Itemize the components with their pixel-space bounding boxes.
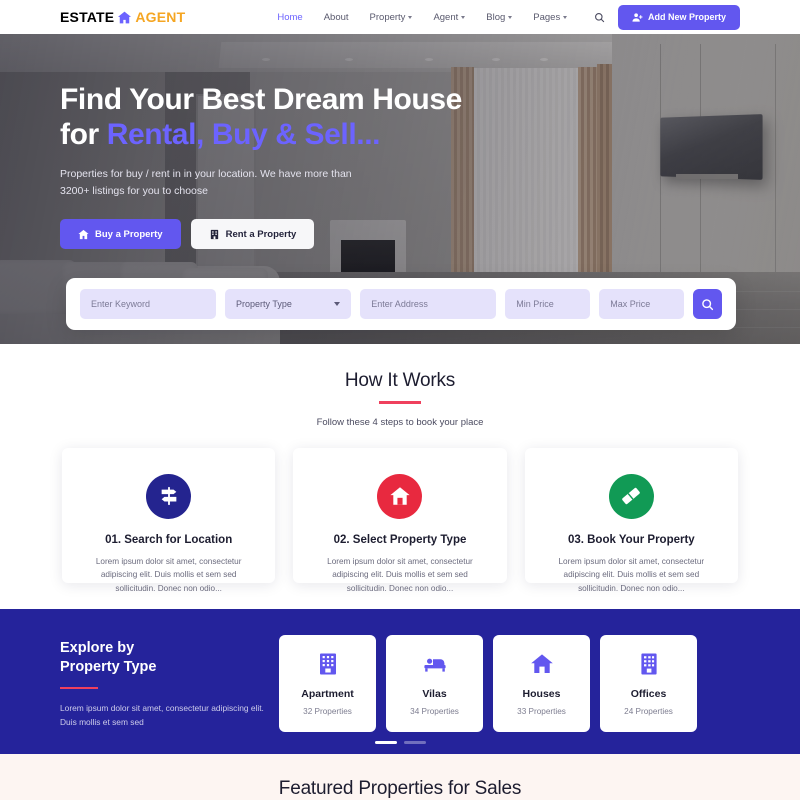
how-card-text: Lorem ipsum dolor sit amet, consectetur … [558,556,705,593]
chevron-down-icon [461,15,466,19]
office-icon [637,652,661,676]
add-new-property-button[interactable]: Add New Property [617,4,740,30]
hero-buttons: Buy a Property Rent a Property [60,219,462,249]
ticket-icon [608,473,654,519]
property-type-count: 24 Properties [624,706,673,716]
how-it-works-card[interactable]: 01. Search for Location Lorem ipsum dolo… [62,447,276,593]
explore-property-type-section: Explore by Property Type Lorem ipsum dol… [0,608,800,754]
section-rule [60,686,98,689]
nav-item-about[interactable]: About [324,12,349,23]
property-type-value: Property Type [236,299,292,309]
logo-text-agent: AGENT [135,9,186,25]
section-rule [379,401,421,404]
carousel-dot-1[interactable] [374,741,397,744]
featured-properties-section: Featured Properties for Sales Hand-Picke… [0,753,800,800]
nav-item-home[interactable]: Home [277,12,302,23]
nav-item-blog[interactable]: Blog [486,11,513,23]
chevron-down-icon [563,15,568,19]
hero-title-line1: Find Your Best Dream House [60,83,462,116]
property-type-name: Houses [522,687,561,700]
carousel-dot-2[interactable] [403,741,426,744]
search-keyword-input[interactable] [80,289,216,319]
property-type-cards: Apartment 32 Properties Vilas 34 Propert… [279,634,697,732]
signpost-icon [146,473,192,519]
house-icon [117,11,132,24]
main-nav: Home About Property Agent Blog Pages [277,12,605,23]
hero-title-prefix: for [60,118,107,151]
hero-title: Find Your Best Dream House for Rental, B… [60,82,462,152]
how-card-text: Lorem ipsum dolor sit amet, consectetur … [327,556,473,593]
search-icon[interactable] [594,12,605,23]
buy-a-property-button[interactable]: Buy a Property [60,219,181,249]
explore-heading-block: Explore by Property Type Lorem ipsum dol… [60,635,275,730]
buy-a-property-label: Buy a Property [95,228,163,240]
property-type-card-apartment[interactable]: Apartment 32 Properties [279,634,376,732]
logo-text-estate: ESTATE [60,9,115,25]
property-type-count: 32 Properties [303,706,352,716]
search-max-price-input[interactable] [599,289,685,319]
how-it-works-subtitle: Follow these 4 steps to book your place [316,416,484,428]
search-submit-button[interactable] [693,289,722,319]
nav-label: Agent [433,11,459,23]
property-type-card-vilas[interactable]: Vilas 34 Properties [386,634,483,732]
apartment-icon [316,652,340,676]
property-type-count: 34 Properties [410,706,459,716]
explore-description: Lorem ipsum dolor sit amet, consectetur … [60,703,264,727]
how-it-works-cards: 01. Search for Location Lorem ipsum dolo… [0,447,800,593]
nav-item-pages[interactable]: Pages [533,11,568,23]
nav-label: Pages [533,11,561,23]
nav-label: About [323,11,349,23]
nav-item-property[interactable]: Property [370,12,413,23]
logo[interactable]: ESTATE AGENT [60,9,185,25]
search-icon [701,298,714,311]
nav-label: Home [277,11,303,23]
rent-a-property-button[interactable]: Rent a Property [190,219,315,249]
search-min-price-input[interactable] [505,289,591,319]
chevron-down-icon [508,15,513,19]
how-card-title: 01. Search for Location [105,533,233,546]
explore-title-line2: Property Type [60,658,157,675]
nav-item-agent[interactable]: Agent [433,11,466,23]
hero-subtitle: Properties for buy / rent in in your loc… [60,168,352,197]
explore-title-line1: Explore by [60,639,135,656]
add-new-property-label: Add New Property [647,12,726,22]
hero-title-highlight: Rental, Buy & Sell... [106,118,381,151]
hero-title-line2: for Rental, Buy & Sell... [60,117,462,152]
property-type-count: 33 Properties [517,706,566,716]
property-type-select[interactable]: Property Type [225,289,352,319]
how-card-title: 02. Select Property Type [333,533,467,546]
property-type-card-offices[interactable]: Offices 24 Properties [600,634,697,732]
house-icon [530,652,554,676]
how-it-works-section: How It Works Follow these 4 steps to boo… [0,344,800,593]
featured-title: Featured Properties for Sales [278,777,522,799]
user-plus-icon [632,12,643,23]
property-type-name: Apartment [301,687,354,700]
hero-section: Find Your Best Dream House for Rental, B… [0,34,800,344]
search-address-input[interactable] [360,289,497,319]
nav-label: Blog [486,11,506,23]
how-card-title: 03. Book Your Property [567,533,695,546]
site-header: ESTATE AGENT Home About Property Agent B… [0,0,800,34]
how-it-works-card[interactable]: 03. Book Your Property Lorem ipsum dolor… [524,447,738,593]
property-search-bar: Property Type [66,278,736,330]
explore-title: Explore by Property Type [60,639,275,677]
property-type-card-houses[interactable]: Houses 33 Properties [493,634,590,732]
nav-label: Property [369,11,406,23]
how-card-text: Lorem ipsum dolor sit amet, consectetur … [95,556,242,593]
building-icon [209,229,220,240]
how-it-works-title: How It Works [344,370,456,391]
how-it-works-card[interactable]: 02. Select Property Type Lorem ipsum dol… [293,447,507,593]
rent-a-property-label: Rent a Property [225,228,297,240]
bed-icon [423,652,447,676]
chevron-down-icon [334,302,341,306]
home-icon [78,229,89,240]
carousel-dots [0,741,800,744]
chevron-down-icon [408,15,413,19]
property-type-name: Offices [630,687,667,700]
hero-content: Find Your Best Dream House for Rental, B… [60,82,462,249]
home-icon [377,473,423,519]
property-type-name: Vilas [422,687,447,700]
